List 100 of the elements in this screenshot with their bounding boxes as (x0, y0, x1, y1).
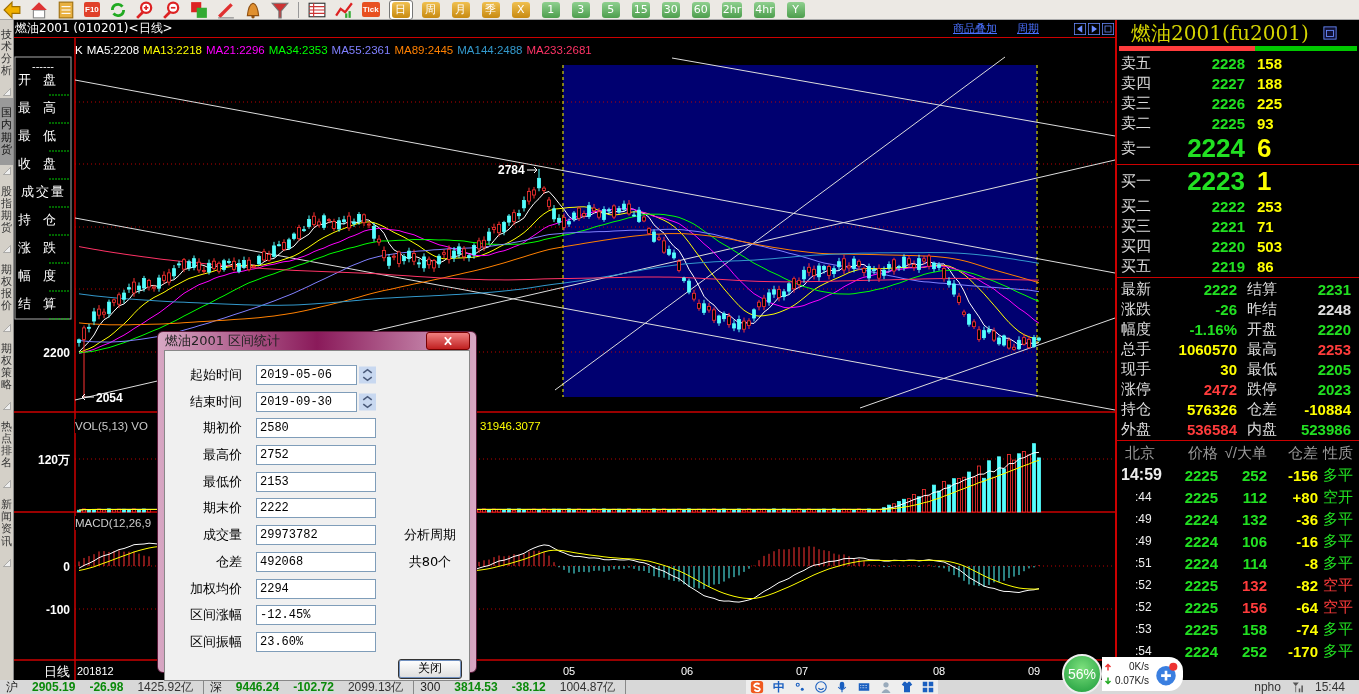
axis-label: 08 (933, 665, 946, 677)
value-field[interactable]: 2153 (256, 471, 376, 492)
legend-item: MA21:2296 (205, 43, 265, 57)
tick-time: :49 (1134, 512, 1153, 526)
tray-text: npho (1254, 680, 1281, 694)
book-volume: 1 (1257, 166, 1273, 197)
tick-nature: 多平 (1322, 531, 1354, 551)
price-label: 2784 (498, 163, 525, 177)
side-tab[interactable]: 热点排名 (0, 411, 13, 479)
book-price: 2223 (1186, 166, 1245, 197)
side-tab[interactable]: 技术分析 (0, 20, 13, 87)
link[interactable]: 商品叠加 (953, 21, 997, 36)
stat-label: 最高 (1247, 339, 1278, 359)
date-field[interactable]: 2019-05-06 (256, 365, 357, 385)
stat-label: 最低 (1247, 359, 1278, 379)
field-label: 最高价 (202, 446, 242, 465)
info-label: 成交量 (20, 184, 66, 199)
note-text: 共80个 (407, 552, 453, 571)
tick-volume: 114 (1241, 554, 1267, 572)
tick-price: 2225 (1183, 466, 1218, 484)
legend-item: MA5:2208 (86, 43, 140, 57)
field-label: 加权均价 (189, 579, 242, 598)
tick-oi-change: -74 (1295, 620, 1318, 638)
tick-volume: 106 (1240, 532, 1267, 550)
field-label: 仓差 (215, 552, 242, 571)
tick-nature: 空平 (1322, 597, 1354, 617)
axis-label: 0 (63, 560, 70, 574)
value-field[interactable]: -12.45% (256, 605, 376, 626)
info-label: 开盘 (18, 72, 68, 87)
f10-button[interactable]: F10 (84, 2, 100, 17)
value-field[interactable]: 2294 (256, 578, 376, 599)
stat-value: 2023 (1316, 380, 1351, 398)
tick-oi-change: -82 (1295, 576, 1318, 594)
legend-item: K (75, 43, 83, 57)
book-label: 买四 (1121, 236, 1152, 256)
tick-volume: 156 (1240, 598, 1267, 616)
value-field[interactable]: 23.60% (256, 631, 376, 652)
index-change: -102.72 (293, 680, 334, 694)
stat-value: -26 (1214, 300, 1237, 318)
value-field[interactable]: 2222 (256, 498, 376, 519)
info-label: 收盘 (18, 156, 68, 171)
tick-price: 2224 (1183, 532, 1218, 550)
book-volume: 93 (1257, 114, 1275, 132)
tick-button[interactable]: Tick (361, 2, 380, 17)
period-button[interactable]: 1 (541, 1, 560, 18)
field-label: 成交量 (202, 526, 242, 545)
value-field[interactable]: 29973782 (256, 525, 376, 546)
stat-value: 30 (1219, 360, 1237, 378)
tick-oi-change: -16 (1295, 532, 1318, 550)
book-price: 2221 (1210, 217, 1245, 235)
stat-value: 536584 (1185, 420, 1237, 438)
tick-time: :52 (1134, 578, 1153, 592)
book-label: 卖二 (1121, 113, 1152, 133)
axis-label: 07 (796, 665, 809, 677)
field-label: 起始时间 (189, 366, 242, 384)
legend-item: MA89:2445 (394, 43, 454, 57)
axis-label: 120万 (37, 453, 70, 467)
tick-oi-change: -8 (1303, 554, 1318, 572)
tick-volume: 132 (1240, 576, 1267, 594)
book-label: 买三 (1121, 216, 1152, 236)
date-field[interactable]: 2019-09-30 (256, 391, 357, 412)
tick-oi-change: -64 (1295, 598, 1318, 616)
tick-oi-change: -156 (1286, 466, 1318, 484)
tick-price: 2225 (1183, 598, 1218, 616)
side-tab[interactable]: 期权策略 (0, 333, 13, 400)
side-tab[interactable]: 期权报价 (0, 255, 13, 322)
stat-value: 2231 (1316, 280, 1351, 298)
tick-volume: 112 (1241, 488, 1267, 506)
book-price: 2228 (1210, 54, 1245, 72)
value-field[interactable]: 492068 (256, 551, 376, 572)
tick-oi-change: +80 (1291, 488, 1318, 506)
book-price: 2226 (1210, 94, 1245, 112)
book-volume: 6 (1257, 133, 1273, 164)
side-tab[interactable]: 国内期货 (0, 98, 13, 165)
close-button[interactable]: 关闭 (398, 658, 462, 679)
link[interactable]: 周期 (1017, 21, 1039, 36)
legend-item: MA55:2361 (331, 43, 391, 57)
download-speed: 0.07K/s (1115, 674, 1149, 688)
book-label: 买一 (1121, 172, 1152, 191)
index-value: 3814.53 (454, 680, 498, 694)
tick-time: :53 (1134, 622, 1153, 636)
axis-label: 09 (1028, 665, 1041, 677)
book-volume: 225 (1257, 94, 1284, 112)
info-header: ------ (32, 60, 54, 72)
side-tab[interactable]: 股指期货 (0, 176, 13, 244)
index-change: -38.12 (511, 680, 546, 694)
stat-label: 外盘 (1121, 419, 1152, 439)
index-name: 深 (209, 680, 222, 694)
side-tab[interactable]: 新闻资讯 (0, 490, 13, 557)
value-field[interactable]: 2752 (256, 445, 376, 466)
tick-time: :44 (1134, 490, 1153, 504)
tick-volume: 158 (1240, 620, 1267, 638)
column-header: 北京 (1124, 443, 1156, 463)
tick-time: :52 (1134, 600, 1153, 614)
value-field[interactable]: 2580 (256, 418, 376, 439)
input-mode-toggle[interactable]: 中 (773, 680, 786, 694)
field-label: 区间涨幅 (189, 606, 242, 625)
book-label: 卖四 (1121, 73, 1152, 93)
book-volume: 86 (1257, 257, 1275, 275)
field-label: 最低价 (202, 472, 242, 491)
